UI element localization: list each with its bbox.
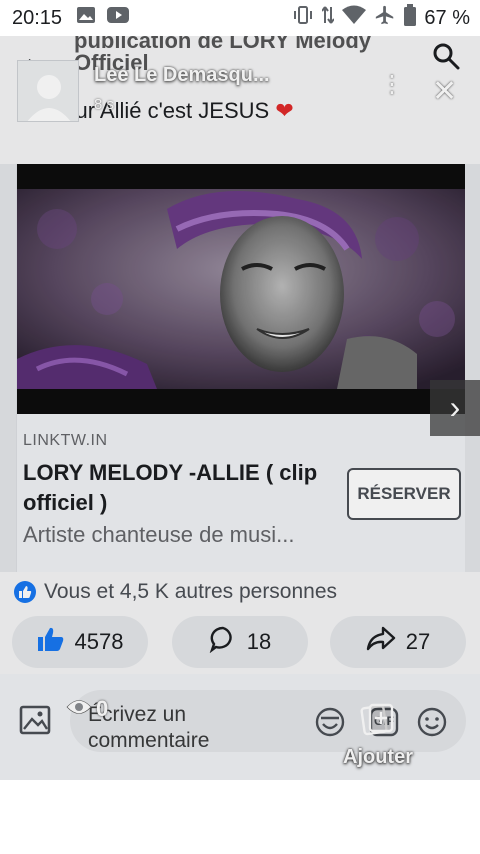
like-icon <box>37 626 65 658</box>
like-count: 4578 <box>74 629 124 654</box>
comment-icon <box>209 625 237 659</box>
views-count: 0 <box>96 696 109 721</box>
photo-icon[interactable] <box>18 702 54 743</box>
like-button[interactable]: 4578 <box>12 616 148 668</box>
link-domain: LINKTW.IN <box>23 432 108 449</box>
comment-bar: Écrivez un commentaire GIF 0 Ajouter <box>0 674 480 780</box>
reserve-button[interactable]: RÉSERVER <box>347 468 461 520</box>
eye-icon <box>66 696 92 722</box>
battery-icon <box>404 4 417 32</box>
battery-percent: 67 % <box>424 6 470 29</box>
link-description: Artiste chanteuse de musi... <box>23 522 295 547</box>
status-time: 20:15 <box>12 6 63 29</box>
vibrate-icon <box>292 5 314 31</box>
story-frame[interactable]: ← publication de LORY Melody Officiel Me… <box>0 36 480 780</box>
comment-button[interactable]: 18 <box>172 616 308 668</box>
reactions-summary[interactable]: Vous et 4,5 K autres personnes <box>0 572 480 612</box>
more-options-icon[interactable]: ⋮ <box>380 73 404 97</box>
link-title[interactable]: LORY MELODY -ALLIE ( clip officiel ) <box>23 458 333 518</box>
status-right: 67 % <box>292 4 470 32</box>
chevron-right-icon[interactable]: › <box>430 380 480 436</box>
story-timestamp: 8 s <box>94 96 115 113</box>
bottom-area <box>0 780 480 854</box>
youtube-icon <box>106 6 130 30</box>
add-media-icon <box>330 702 426 742</box>
gallery-icon <box>76 6 96 30</box>
add-to-story-button[interactable]: Ajouter <box>330 702 426 769</box>
add-label: Ajouter <box>343 746 413 768</box>
post-actions: 4578 18 27 <box>0 612 480 674</box>
data-arrows-icon <box>321 5 336 31</box>
search-icon <box>432 42 460 75</box>
comment-placeholder: Écrivez un commentaire <box>88 703 210 752</box>
close-icon[interactable]: ✕ <box>432 77 457 107</box>
views-counter[interactable]: 0 <box>66 696 108 722</box>
comment-count: 18 <box>246 629 272 654</box>
link-preview-card[interactable]: LINKTW.IN LORY MELODY -ALLIE ( clip offi… <box>16 164 465 572</box>
avatar[interactable] <box>17 60 79 122</box>
heart-emoji: ❤ <box>275 98 294 123</box>
airplane-icon <box>374 4 396 32</box>
link-info[interactable]: LINKTW.IN LORY MELODY -ALLIE ( clip offi… <box>17 414 465 572</box>
status-bar: 20:15 67 % <box>0 0 480 36</box>
like-badge-icon <box>14 581 36 603</box>
video-thumbnail[interactable] <box>17 164 465 414</box>
share-button[interactable]: 27 <box>330 616 466 668</box>
share-icon <box>366 626 396 658</box>
wifi-icon <box>342 5 367 31</box>
story-user-name[interactable]: Lee Le Demasqu... <box>94 64 270 87</box>
reactions-summary-text: Vous et 4,5 K autres personnes <box>44 580 338 603</box>
share-count: 27 <box>405 629 431 654</box>
video-frame <box>17 189 465 389</box>
